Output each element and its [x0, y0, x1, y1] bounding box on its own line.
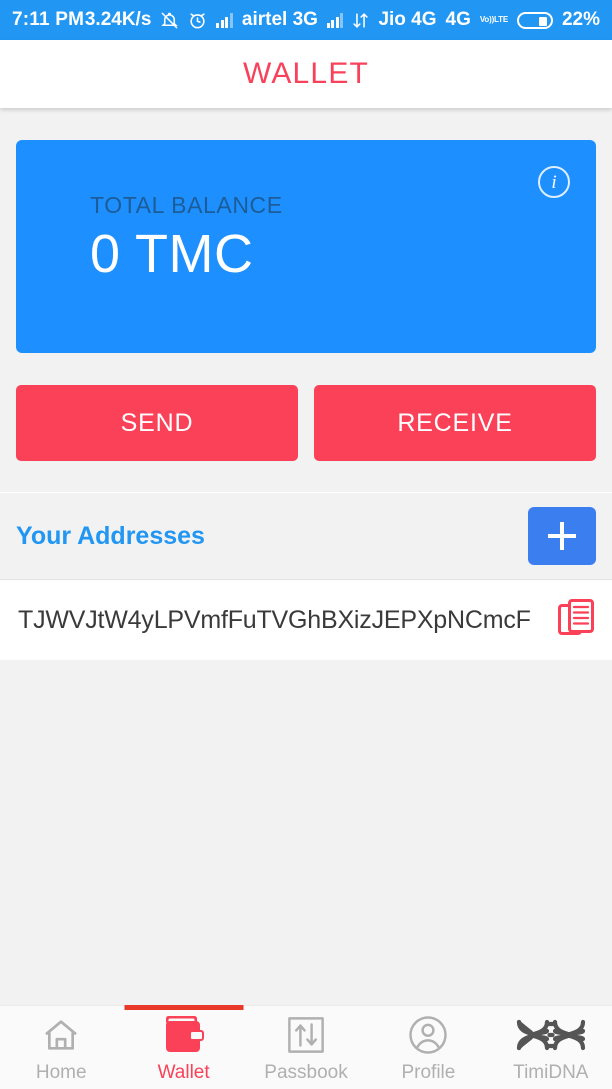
nav-item-profile[interactable]: Profile [367, 1006, 489, 1089]
info-icon[interactable]: i [538, 166, 570, 198]
page-title: WALLET [242, 57, 370, 90]
battery-percent-label: 22% [561, 9, 600, 30]
app-screen: 7:11 PM 3.24K/s airtel 3G Jio 4G 4G Vo))… [0, 0, 612, 1089]
status-bar-time: 7:11 PM [12, 9, 85, 30]
home-icon [39, 1015, 83, 1055]
add-address-button[interactable] [528, 507, 596, 565]
volte-icon: Vo)) LTE [479, 14, 508, 25]
nav-item-passbook[interactable]: Passbook [245, 1006, 367, 1089]
network-speed-label: 3.24K/s [84, 9, 152, 30]
total-balance-label: TOTAL BALANCE [90, 192, 283, 218]
nav-label-wallet: Wallet [157, 1062, 210, 1083]
address-text: TJWVJtW4yLPVmfFuTVGhBXizJEPXpNCmcF [18, 605, 531, 634]
wallet-icon [161, 1015, 207, 1055]
carrier-label-primary: airtel 3G [241, 9, 318, 30]
battery-icon [516, 11, 553, 29]
empty-area [0, 660, 612, 1005]
app-header: WALLET [0, 40, 612, 108]
list-item[interactable]: TJWVJtW4yLPVmfFuTVGhBXizJEPXpNCmcF [0, 580, 612, 660]
profile-icon [406, 1015, 450, 1055]
send-button[interactable]: SEND [16, 385, 298, 461]
nav-item-wallet[interactable]: Wallet [122, 1005, 244, 1089]
wallet-actions: SEND RECEIVE [16, 385, 596, 461]
plus-icon [548, 522, 576, 550]
nav-item-home[interactable]: Home [0, 1006, 122, 1089]
status-bar: 7:11 PM 3.24K/s airtel 3G Jio 4G 4G Vo))… [0, 0, 612, 40]
data-transfer-icon [352, 11, 369, 30]
carrier-label-secondary: Jio 4G [378, 9, 437, 30]
network-type-label: 4G [445, 9, 471, 30]
nav-label-passbook: Passbook [264, 1062, 348, 1083]
main-content: TOTAL BALANCE 0 TMC i SEND RECEIVE Your … [0, 108, 612, 1005]
passbook-icon [285, 1015, 327, 1055]
bottom-navigation: Home Wallet Passbook Profile TimiDNA [0, 1005, 612, 1089]
your-addresses-title: Your Addresses [16, 521, 205, 550]
status-bar-icons: 3.24K/s airtel 3G Jio 4G 4G Vo)) LTE 22% [85, 9, 600, 31]
signal-icon [326, 12, 344, 28]
active-tab-indicator [124, 1005, 244, 1010]
notifications-off-icon [160, 11, 179, 30]
copy-icon[interactable] [558, 599, 594, 641]
alarm-icon [188, 11, 207, 30]
receive-button[interactable]: RECEIVE [314, 385, 596, 461]
your-addresses-header: Your Addresses [0, 493, 612, 579]
nav-label-timidna: TimiDNA [513, 1062, 589, 1083]
total-balance-card: TOTAL BALANCE 0 TMC i [16, 140, 596, 353]
nav-label-home: Home [35, 1062, 87, 1083]
volte-icon-bottom: LTE [494, 14, 508, 24]
address-list: TJWVJtW4yLPVmfFuTVGhBXizJEPXpNCmcF [0, 579, 612, 660]
total-balance-value: 0 TMC [90, 224, 254, 284]
nav-item-timidna[interactable]: TimiDNA [490, 1006, 612, 1089]
nav-label-profile: Profile [401, 1062, 456, 1083]
volte-icon-top: Vo)) [479, 14, 495, 24]
dna-icon [515, 1015, 587, 1055]
signal-icon [216, 12, 233, 28]
